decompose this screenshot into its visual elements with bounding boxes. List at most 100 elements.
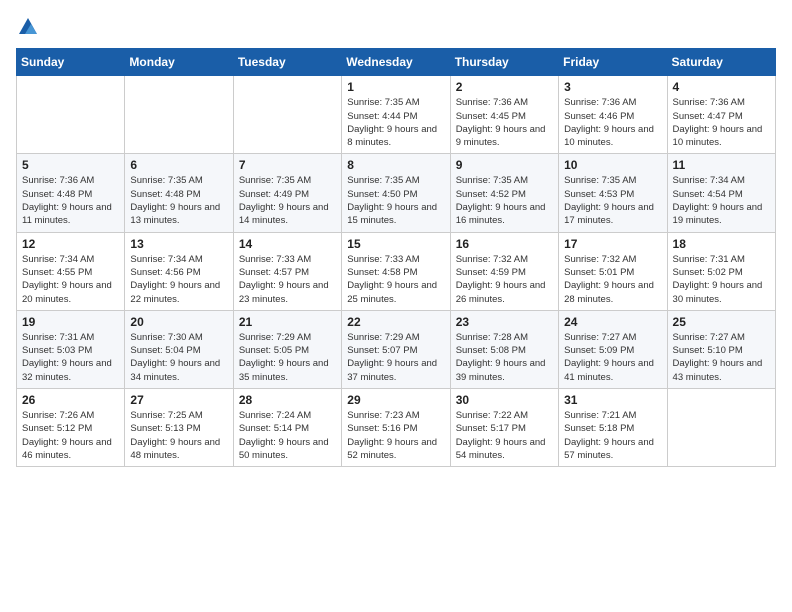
calendar-cell: 26Sunrise: 7:26 AM Sunset: 5:12 PM Dayli…	[17, 389, 125, 467]
day-number: 5	[22, 158, 119, 172]
day-info: Sunrise: 7:36 AM Sunset: 4:46 PM Dayligh…	[564, 96, 661, 149]
day-info: Sunrise: 7:25 AM Sunset: 5:13 PM Dayligh…	[130, 409, 227, 462]
day-number: 13	[130, 237, 227, 251]
day-number: 23	[456, 315, 553, 329]
calendar-week-5: 26Sunrise: 7:26 AM Sunset: 5:12 PM Dayli…	[17, 389, 776, 467]
weekday-header-thursday: Thursday	[450, 49, 558, 76]
day-info: Sunrise: 7:28 AM Sunset: 5:08 PM Dayligh…	[456, 331, 553, 384]
calendar-cell: 7 Sunrise: 7:35 AM Sunset: 4:49 PM Daylig…	[233, 154, 341, 232]
day-info: Sunrise: 7:35 AM Sunset: 4:50 PM Dayligh…	[347, 174, 444, 227]
calendar-cell: 9Sunrise: 7:35 AM Sunset: 4:52 PM Daylig…	[450, 154, 558, 232]
day-number: 14	[239, 237, 336, 251]
calendar-week-3: 12 Sunrise: 7:34 AM Sunset: 4:55 PM Dayli…	[17, 232, 776, 310]
day-number: 2	[456, 80, 553, 94]
weekday-header-monday: Monday	[125, 49, 233, 76]
day-info: Sunrise: 7:33 AM Sunset: 4:58 PM Dayligh…	[347, 253, 444, 306]
weekday-header-tuesday: Tuesday	[233, 49, 341, 76]
day-info: Sunrise: 7:35 AM Sunset: 4:49 PM Dayligh…	[239, 174, 336, 227]
calendar-cell: 3 Sunrise: 7:36 AM Sunset: 4:46 PM Daylig…	[559, 76, 667, 154]
weekday-header-wednesday: Wednesday	[342, 49, 450, 76]
day-number: 8	[347, 158, 444, 172]
calendar-cell: 17 Sunrise: 7:32 AM Sunset: 5:01 PM Dayli…	[559, 232, 667, 310]
day-info: Sunrise: 7:32 AM Sunset: 5:01 PM Dayligh…	[564, 253, 661, 306]
day-info: Sunrise: 7:29 AM Sunset: 5:07 PM Dayligh…	[347, 331, 444, 384]
day-number: 16	[456, 237, 553, 251]
day-info: Sunrise: 7:21 AM Sunset: 5:18 PM Dayligh…	[564, 409, 661, 462]
calendar-cell	[125, 76, 233, 154]
day-number: 3	[564, 80, 661, 94]
day-number: 19	[22, 315, 119, 329]
weekday-header-friday: Friday	[559, 49, 667, 76]
calendar-cell: 21 Sunrise: 7:29 AM Sunset: 5:05 PM Dayli…	[233, 310, 341, 388]
day-info: Sunrise: 7:34 AM Sunset: 4:56 PM Dayligh…	[130, 253, 227, 306]
day-number: 21	[239, 315, 336, 329]
day-number: 26	[22, 393, 119, 407]
day-number: 1	[347, 80, 444, 94]
day-number: 11	[673, 158, 770, 172]
day-info: Sunrise: 7:34 AM Sunset: 4:55 PM Dayligh…	[22, 253, 119, 306]
calendar-cell: 28 Sunrise: 7:24 AM Sunset: 5:14 PM Dayli…	[233, 389, 341, 467]
calendar-cell: 14 Sunrise: 7:33 AM Sunset: 4:57 PM Dayli…	[233, 232, 341, 310]
day-number: 7	[239, 158, 336, 172]
day-info: Sunrise: 7:24 AM Sunset: 5:14 PM Dayligh…	[239, 409, 336, 462]
day-info: Sunrise: 7:23 AM Sunset: 5:16 PM Dayligh…	[347, 409, 444, 462]
calendar-cell: 27 Sunrise: 7:25 AM Sunset: 5:13 PM Dayli…	[125, 389, 233, 467]
day-number: 10	[564, 158, 661, 172]
day-info: Sunrise: 7:34 AM Sunset: 4:54 PM Dayligh…	[673, 174, 770, 227]
weekday-header-saturday: Saturday	[667, 49, 775, 76]
calendar-cell	[17, 76, 125, 154]
calendar-cell: 15 Sunrise: 7:33 AM Sunset: 4:58 PM Dayli…	[342, 232, 450, 310]
day-info: Sunrise: 7:32 AM Sunset: 4:59 PM Dayligh…	[456, 253, 553, 306]
calendar-cell: 25 Sunrise: 7:27 AM Sunset: 5:10 PM Dayli…	[667, 310, 775, 388]
calendar-cell: 10 Sunrise: 7:35 AM Sunset: 4:53 PM Dayli…	[559, 154, 667, 232]
day-info: Sunrise: 7:29 AM Sunset: 5:05 PM Dayligh…	[239, 331, 336, 384]
calendar-cell: 29 Sunrise: 7:23 AM Sunset: 5:16 PM Dayli…	[342, 389, 450, 467]
calendar-cell	[233, 76, 341, 154]
day-info: Sunrise: 7:31 AM Sunset: 5:03 PM Dayligh…	[22, 331, 119, 384]
day-info: Sunrise: 7:22 AM Sunset: 5:17 PM Dayligh…	[456, 409, 553, 462]
calendar-cell: 2 Sunrise: 7:36 AM Sunset: 4:45 PM Daylig…	[450, 76, 558, 154]
day-info: Sunrise: 7:27 AM Sunset: 5:10 PM Dayligh…	[673, 331, 770, 384]
day-info: Sunrise: 7:35 AM Sunset: 4:53 PM Dayligh…	[564, 174, 661, 227]
calendar-cell: 8 Sunrise: 7:35 AM Sunset: 4:50 PM Daylig…	[342, 154, 450, 232]
calendar-cell: 16 Sunrise: 7:32 AM Sunset: 4:59 PM Dayli…	[450, 232, 558, 310]
day-info: Sunrise: 7:35 AM Sunset: 4:48 PM Dayligh…	[130, 174, 227, 227]
calendar-cell: 22 Sunrise: 7:29 AM Sunset: 5:07 PM Dayli…	[342, 310, 450, 388]
day-number: 27	[130, 393, 227, 407]
day-number: 28	[239, 393, 336, 407]
day-number: 18	[673, 237, 770, 251]
calendar-cell: 20Sunrise: 7:30 AM Sunset: 5:04 PM Dayli…	[125, 310, 233, 388]
calendar-cell: 12 Sunrise: 7:34 AM Sunset: 4:55 PM Dayli…	[17, 232, 125, 310]
calendar-week-2: 5 Sunrise: 7:36 AM Sunset: 4:48 PM Daylig…	[17, 154, 776, 232]
calendar-cell: 13 Sunrise: 7:34 AM Sunset: 4:56 PM Dayli…	[125, 232, 233, 310]
calendar-cell: 5 Sunrise: 7:36 AM Sunset: 4:48 PM Daylig…	[17, 154, 125, 232]
logo	[16, 16, 42, 38]
day-info: Sunrise: 7:35 AM Sunset: 4:44 PM Dayligh…	[347, 96, 444, 149]
calendar-table: SundayMondayTuesdayWednesdayThursdayFrid…	[16, 48, 776, 467]
day-info: Sunrise: 7:36 AM Sunset: 4:45 PM Dayligh…	[456, 96, 553, 149]
day-number: 22	[347, 315, 444, 329]
day-info: Sunrise: 7:33 AM Sunset: 4:57 PM Dayligh…	[239, 253, 336, 306]
day-number: 25	[673, 315, 770, 329]
calendar-week-4: 19 Sunrise: 7:31 AM Sunset: 5:03 PM Dayli…	[17, 310, 776, 388]
calendar-cell: 24Sunrise: 7:27 AM Sunset: 5:09 PM Dayli…	[559, 310, 667, 388]
day-number: 12	[22, 237, 119, 251]
page-header	[16, 16, 776, 38]
day-number: 6	[130, 158, 227, 172]
day-number: 15	[347, 237, 444, 251]
calendar-cell: 30 Sunrise: 7:22 AM Sunset: 5:17 PM Dayli…	[450, 389, 558, 467]
calendar-header-row: SundayMondayTuesdayWednesdayThursdayFrid…	[17, 49, 776, 76]
day-number: 9	[456, 158, 553, 172]
day-number: 17	[564, 237, 661, 251]
calendar-cell: 11 Sunrise: 7:34 AM Sunset: 4:54 PM Dayli…	[667, 154, 775, 232]
calendar-cell: 19 Sunrise: 7:31 AM Sunset: 5:03 PM Dayli…	[17, 310, 125, 388]
calendar-cell: 18Sunrise: 7:31 AM Sunset: 5:02 PM Dayli…	[667, 232, 775, 310]
day-number: 29	[347, 393, 444, 407]
calendar-week-1: 1 Sunrise: 7:35 AM Sunset: 4:44 PM Daylig…	[17, 76, 776, 154]
calendar-cell: 4Sunrise: 7:36 AM Sunset: 4:47 PM Daylig…	[667, 76, 775, 154]
day-info: Sunrise: 7:36 AM Sunset: 4:48 PM Dayligh…	[22, 174, 119, 227]
logo-icon	[17, 16, 39, 38]
day-info: Sunrise: 7:30 AM Sunset: 5:04 PM Dayligh…	[130, 331, 227, 384]
day-number: 30	[456, 393, 553, 407]
day-number: 24	[564, 315, 661, 329]
